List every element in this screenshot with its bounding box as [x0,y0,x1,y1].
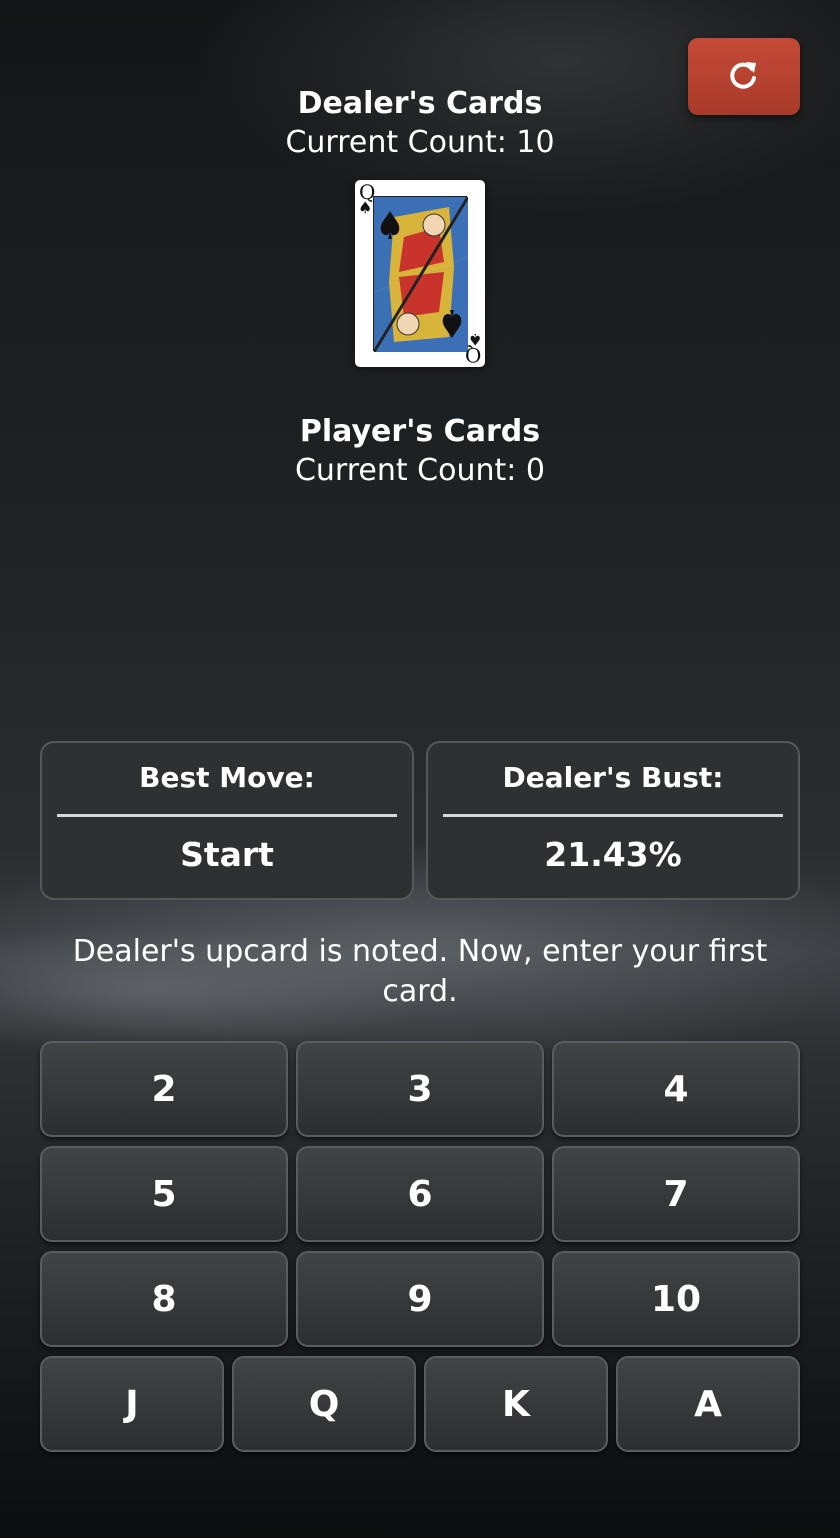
card-key-5[interactable]: 5 [40,1146,288,1242]
queen-face-artwork [372,196,470,353]
dealer-bust-panel: Dealer's Bust: 21.43% [426,741,800,900]
card-key-3[interactable]: 3 [296,1041,544,1137]
card-key-10[interactable]: 10 [552,1251,800,1347]
best-move-label: Best Move: [139,761,315,794]
best-move-value: Start [180,835,274,874]
dealer-bust-value: 21.43% [544,835,682,874]
player-count: Current Count: 0 [294,453,546,488]
player-cards-title: Player's Cards [299,414,541,449]
best-move-panel: Best Move: Start [40,741,414,900]
dealer-cards-title: Dealer's Cards [297,86,543,121]
spade-icon: ♠ [358,198,373,217]
instruction-message: Dealer's upcard is noted. Now, enter you… [72,934,768,1009]
card-key-2[interactable]: 2 [40,1041,288,1137]
card-key-j[interactable]: J [40,1356,224,1452]
card-key-a[interactable]: A [616,1356,800,1452]
card-key-8[interactable]: 8 [40,1251,288,1347]
dealer-card-queen-of-spades: Q ♠ ♠ Q [355,180,485,367]
dealer-bust-label: Dealer's Bust: [502,761,724,794]
divider [57,814,397,817]
card-key-6[interactable]: 6 [296,1146,544,1242]
dealer-count: Current Count: 10 [285,125,555,160]
card-key-9[interactable]: 9 [296,1251,544,1347]
card-key-k[interactable]: K [424,1356,608,1452]
divider [443,814,783,817]
card-key-7[interactable]: 7 [552,1146,800,1242]
card-key-4[interactable]: 4 [552,1041,800,1137]
card-rank: Q [464,343,481,367]
card-key-q[interactable]: Q [232,1356,416,1452]
